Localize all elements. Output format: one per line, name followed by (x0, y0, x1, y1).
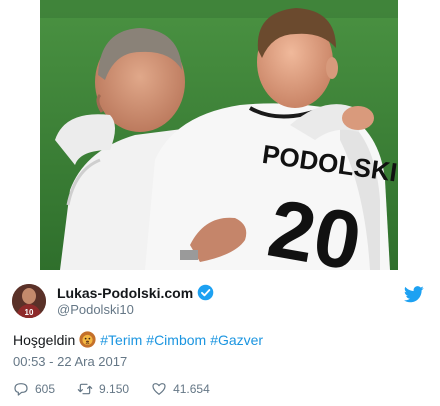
tweet-header: 10 Lukas-Podolski.com @Podolski10 (10, 282, 430, 322)
hashtag-link[interactable]: #Gazver (210, 332, 263, 348)
verified-badge-icon (197, 284, 214, 301)
avatar-number: 10 (25, 308, 34, 317)
handle[interactable]: @Podolski10 (57, 302, 134, 317)
like-button[interactable]: 41.654 (151, 381, 210, 397)
retweet-icon (77, 383, 93, 395)
retweet-button[interactable]: 9.150 (77, 381, 129, 397)
hashtag-link[interactable]: #Terim (100, 332, 142, 348)
lion-emoji-icon (79, 331, 96, 348)
retweet-count: 9.150 (99, 382, 130, 396)
tweet-text: Hoşgeldin #Terim #Cimbom #Gazver (13, 331, 267, 348)
tweet-photo[interactable]: PODOLSKI 20 (40, 0, 398, 270)
hashtag-link[interactable]: #Cimbom (146, 332, 206, 348)
avatar[interactable]: 10 (12, 284, 46, 318)
tweet-text-prefix: Hoşgeldin (13, 331, 76, 348)
tweet-timestamp[interactable]: 00:53 - 22 Ara 2017 (13, 354, 127, 369)
twitter-bird-icon[interactable] (404, 286, 424, 303)
photo-image: PODOLSKI 20 (40, 0, 398, 270)
heart-icon (152, 383, 166, 395)
reply-button[interactable]: 605 (13, 381, 55, 397)
jersey-number: 20 (262, 183, 368, 270)
reply-icon (14, 383, 28, 396)
reply-count: 605 (35, 382, 56, 396)
like-count: 41.654 (173, 382, 210, 396)
display-name[interactable]: Lukas-Podolski.com (57, 285, 193, 301)
tweet-actions: 605 9.150 41.654 (13, 380, 232, 398)
